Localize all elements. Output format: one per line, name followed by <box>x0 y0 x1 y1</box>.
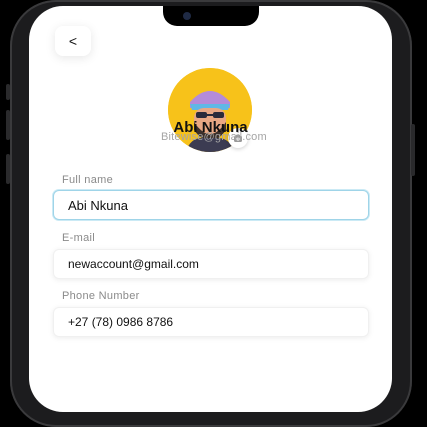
power-button <box>411 124 415 176</box>
mute-switch <box>6 84 10 100</box>
back-button[interactable]: < <box>55 26 91 56</box>
back-icon: < <box>68 33 78 49</box>
email-label: E-mail <box>62 232 95 244</box>
volume-up-button <box>6 110 10 140</box>
notch <box>163 6 259 26</box>
phone-input[interactable]: +27 (78) 0986 8786 <box>53 307 369 337</box>
profile-email: Bitewise@gmail.com <box>161 131 267 143</box>
phone-label: Phone Number <box>62 290 140 302</box>
front-camera <box>183 12 191 20</box>
volume-down-button <box>6 154 10 184</box>
email-input[interactable]: newaccount@gmail.com <box>53 249 369 279</box>
phone-screen: < Abi Nkuna Bitewise@gmail.com Full name… <box>29 6 392 412</box>
full-name-input[interactable]: Abi Nkuna <box>53 190 369 220</box>
full-name-label: Full name <box>62 174 113 186</box>
